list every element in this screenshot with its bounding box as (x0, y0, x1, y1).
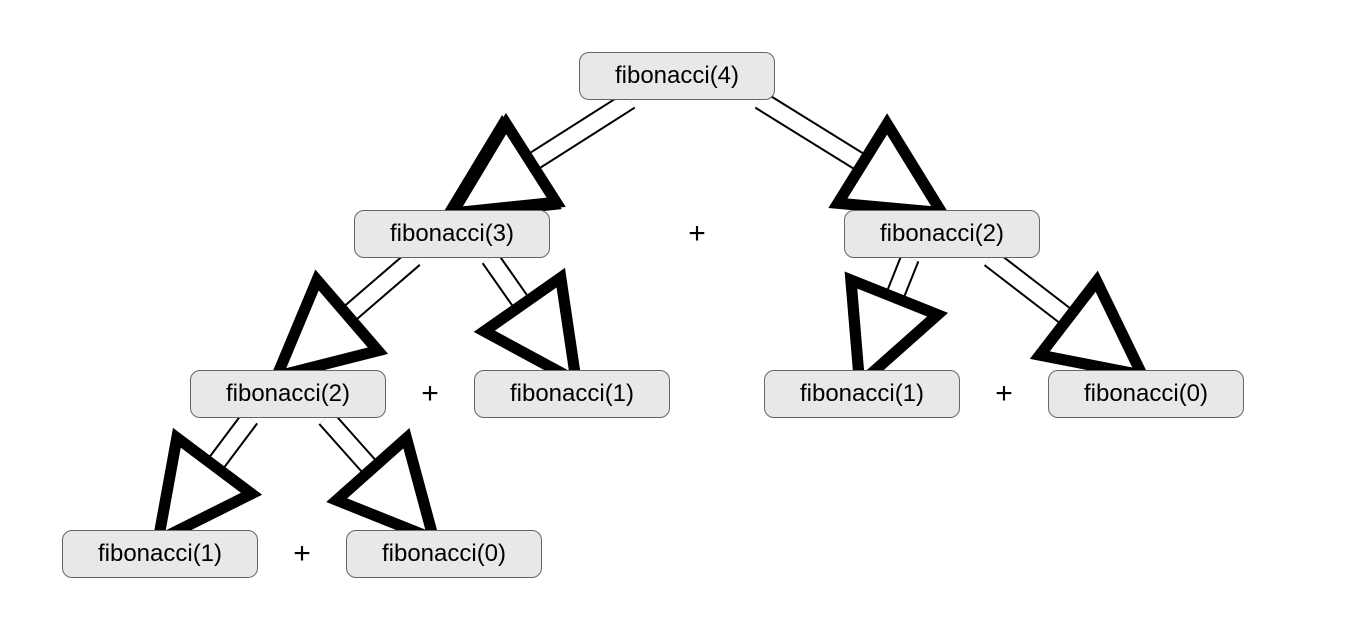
node-fib2-left: fibonacci(2) (190, 370, 386, 418)
node-label: fibonacci(1) (800, 380, 924, 408)
node-fib0-a: fibonacci(0) (1048, 370, 1244, 418)
node-fib4: fibonacci(4) (579, 52, 775, 100)
node-fib1-b: fibonacci(1) (764, 370, 960, 418)
node-fib1-c: fibonacci(1) (62, 530, 258, 578)
node-label: fibonacci(4) (615, 62, 739, 90)
recursion-tree-diagram: fibonacci(4) fibonacci(3) + fibonacci(2)… (0, 0, 1354, 636)
node-label: fibonacci(0) (1084, 380, 1208, 408)
plus-operator: + (421, 377, 439, 411)
node-label: fibonacci(0) (382, 540, 506, 568)
node-fib1-a: fibonacci(1) (474, 370, 670, 418)
node-label: fibonacci(1) (98, 540, 222, 568)
node-fib2-right: fibonacci(2) (844, 210, 1040, 258)
node-label: fibonacci(2) (226, 380, 350, 408)
plus-operator: + (995, 377, 1013, 411)
node-label: fibonacci(2) (880, 220, 1004, 248)
node-label: fibonacci(3) (390, 220, 514, 248)
node-label: fibonacci(1) (510, 380, 634, 408)
node-fib3: fibonacci(3) (354, 210, 550, 258)
node-fib0-b: fibonacci(0) (346, 530, 542, 578)
plus-operator: + (293, 537, 311, 571)
plus-operator: + (688, 217, 706, 251)
